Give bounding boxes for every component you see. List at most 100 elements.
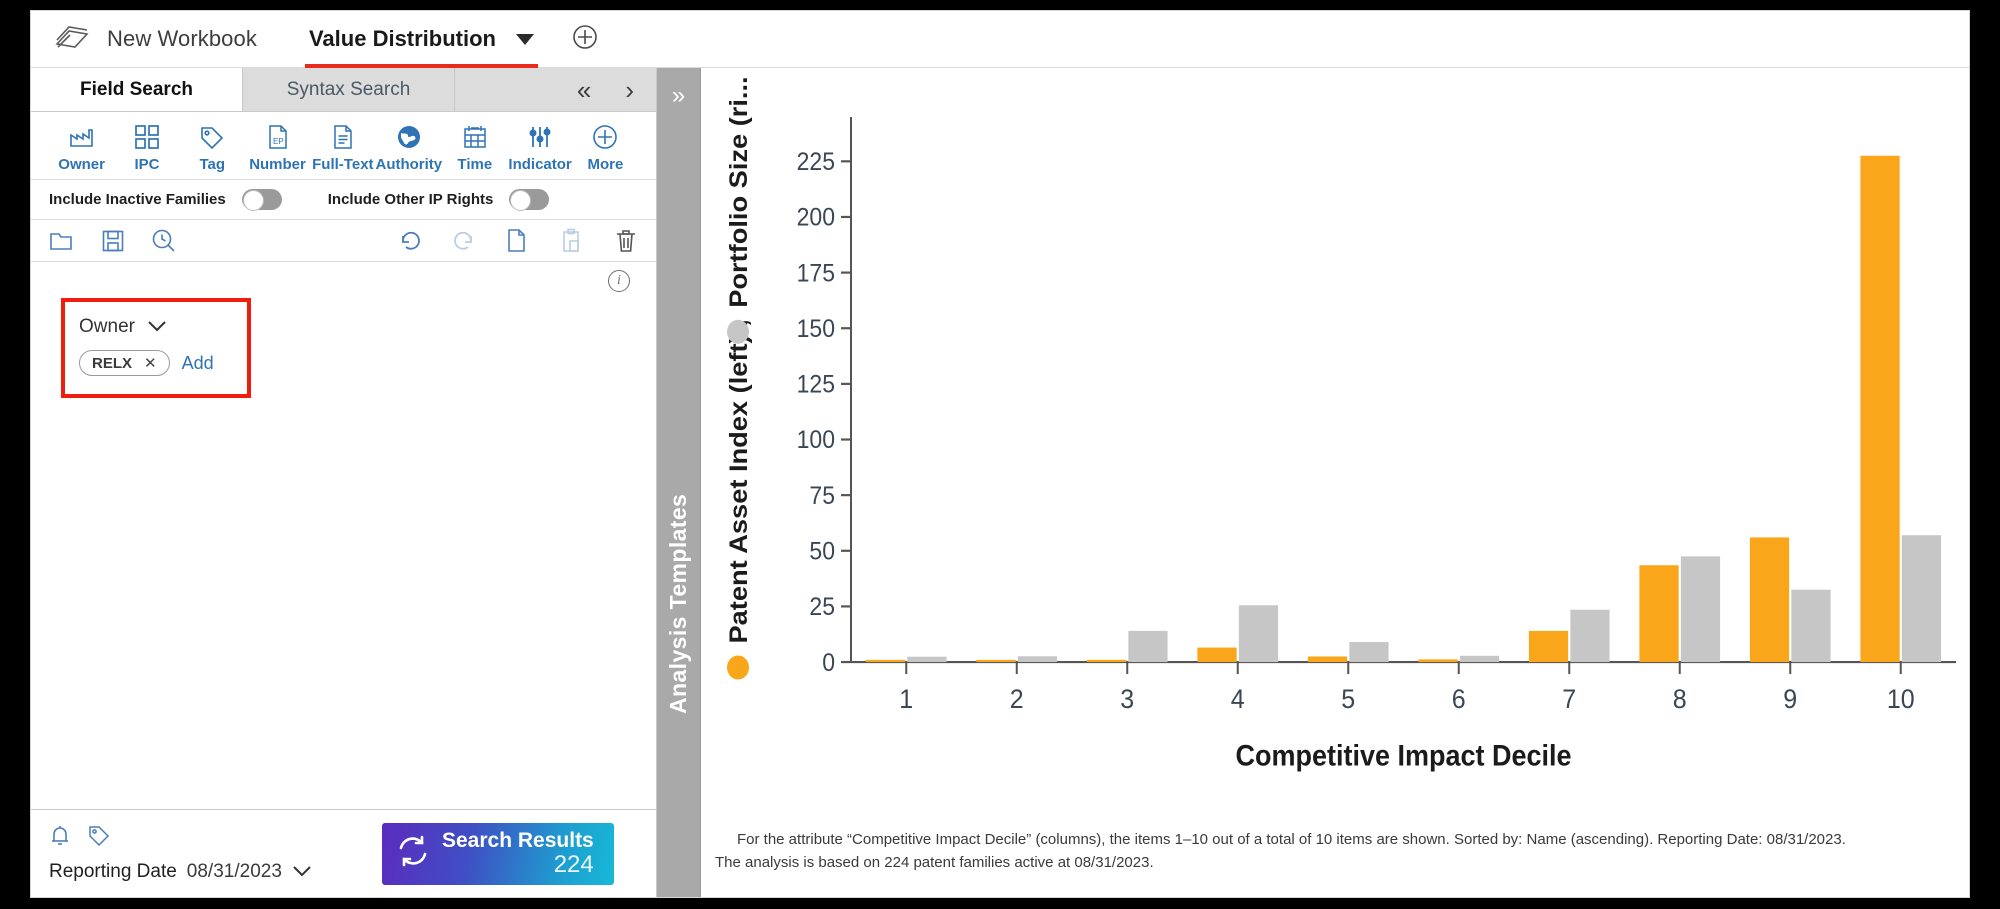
chart-bar[interactable] (1749, 537, 1790, 663)
x-axis-label: Competitive Impact Decile (1235, 739, 1571, 772)
chart-bar[interactable] (1418, 659, 1458, 663)
chart-bar[interactable] (1307, 656, 1348, 663)
chart-bar[interactable] (1639, 565, 1679, 663)
chart-bar[interactable] (1017, 656, 1058, 663)
tab-syntax-search[interactable]: Syntax Search (243, 68, 455, 111)
analysis-templates-label: Analysis Templates (665, 493, 691, 714)
save-floppy-icon[interactable] (101, 228, 125, 254)
field-button-time[interactable]: Time (442, 122, 507, 173)
calendar-icon (462, 122, 488, 152)
svg-text:EP: EP (273, 137, 284, 146)
chart-bar[interactable] (1570, 609, 1610, 663)
x-axis-tick-label: 5 (1341, 683, 1355, 714)
chevrons-right-icon[interactable]: » (672, 82, 685, 110)
chart-bar[interactable] (1128, 630, 1168, 663)
field-icon-row: Owner IPC Tag EP Number Full-Text Author… (31, 112, 656, 180)
chart-pane: 0 25 50 75 100 125 150 175 200 225 Patent Asset In… (701, 68, 1969, 897)
folder-open-icon[interactable] (49, 228, 75, 254)
undo-icon[interactable] (398, 229, 422, 253)
field-button-indicator[interactable]: Indicator (507, 122, 572, 173)
options-row: Include Inactive Families Include Other … (31, 180, 656, 220)
tab-syntax-search-label: Syntax Search (286, 78, 411, 100)
chart-bar[interactable] (1791, 589, 1831, 663)
chevron-right-icon[interactable]: › (625, 77, 634, 103)
analysis-templates-panel[interactable]: » Analysis Templates (657, 68, 701, 897)
main-body: Field Search Syntax Search « › Owner IPC… (31, 68, 1969, 897)
chart-bar[interactable] (1901, 535, 1942, 663)
chevron-down-icon[interactable] (292, 861, 312, 883)
field-button-full-text[interactable]: Full-Text (310, 122, 375, 173)
field-button-number[interactable]: EP Number (245, 122, 310, 173)
tab-field-search-label: Field Search (80, 78, 193, 100)
owner-chip-label: RELX (92, 354, 133, 372)
x-axis-tick-label: 10 (1887, 683, 1915, 714)
field-label-time: Time (457, 156, 493, 173)
owner-filter-header[interactable]: Owner (79, 316, 247, 338)
chart-svg: 0255075100125150175200225Patent Asset In… (724, 76, 1956, 772)
y-axis-tick-label: 225 (797, 148, 835, 176)
field-button-ipc[interactable]: IPC (114, 122, 179, 173)
chart-bar[interactable] (1528, 630, 1569, 663)
chart-bar[interactable] (907, 656, 947, 663)
plus-circle-icon[interactable] (572, 24, 598, 55)
add-owner-link[interactable]: Add (182, 353, 214, 374)
search-history-icon[interactable] (151, 228, 177, 254)
trash-icon[interactable] (614, 228, 638, 254)
field-label-more: More (587, 156, 624, 173)
reporting-date-selector[interactable]: Reporting Date 08/31/2023 (49, 861, 312, 883)
tab-value-distribution[interactable]: Value Distribution (304, 11, 538, 68)
chart-bar[interactable] (976, 659, 1016, 663)
x-axis-tick-label: 6 (1452, 683, 1466, 714)
owner-filter-values: RELX ✕ Add (79, 350, 247, 376)
search-results-button[interactable]: Search Results 224 (382, 822, 614, 885)
chart-bar[interactable] (1238, 605, 1279, 663)
chart-bar[interactable] (1086, 659, 1127, 663)
field-button-more[interactable]: More (573, 122, 638, 173)
close-x-icon[interactable]: ✕ (144, 354, 157, 372)
x-axis-tick-label: 8 (1673, 683, 1687, 714)
chevron-down-icon[interactable] (147, 319, 167, 336)
tab-field-search[interactable]: Field Search (31, 68, 243, 111)
bell-icon[interactable] (49, 824, 71, 853)
chart-caption-line2: The analysis is based on 224 patent fami… (715, 854, 1154, 871)
field-label-number: Number (249, 156, 306, 173)
tabs-spacer: « › (455, 68, 656, 111)
owner-filter-highlight: Owner RELX ✕ Add (61, 298, 251, 398)
paste-icon[interactable] (560, 228, 584, 254)
search-panel-footer: Reporting Date 08/31/2023 Search Results… (31, 809, 656, 897)
workbook-title[interactable]: New Workbook (107, 26, 257, 52)
y-axis-label: Patent Asset Index (left) , Portfolio Siz… (724, 76, 753, 680)
chart-bar[interactable] (1197, 647, 1237, 663)
chart-bar[interactable] (1860, 155, 1900, 663)
grid-squares-icon (134, 122, 160, 152)
y-axis-tick-label: 25 (809, 593, 835, 621)
x-axis-tick-label: 7 (1562, 683, 1576, 714)
field-button-owner[interactable]: Owner (49, 122, 114, 173)
action-toolbar (31, 220, 656, 262)
chart-bar[interactable] (865, 659, 906, 663)
top-bar: New Workbook Value Distribution (31, 11, 1969, 68)
field-button-tag[interactable]: Tag (180, 122, 245, 173)
chevrons-left-icon[interactable]: « (577, 77, 591, 103)
panel-empty-space (31, 398, 656, 809)
refresh-icon (396, 834, 430, 873)
owner-chip-relx[interactable]: RELX ✕ (79, 350, 170, 376)
info-circle-icon[interactable]: i (608, 270, 630, 292)
chart-bar[interactable] (1349, 642, 1389, 663)
toggle-include-inactive-families[interactable] (241, 189, 282, 211)
y-axis-tick-label: 100 (797, 426, 835, 454)
redo-icon[interactable] (452, 229, 476, 253)
search-panel: Field Search Syntax Search « › Owner IPC… (31, 68, 657, 897)
copy-icon[interactable] (506, 228, 530, 254)
books-icon (55, 24, 89, 54)
toggle-include-other-ip-rights[interactable] (509, 189, 550, 211)
action-toolbar-left (49, 228, 177, 254)
field-button-authority[interactable]: Authority (375, 122, 442, 173)
chart-bar[interactable] (1459, 655, 1500, 663)
field-label-owner: Owner (58, 156, 105, 173)
tag-icon[interactable] (87, 824, 111, 853)
value-distribution-chart[interactable]: 0 25 50 75 100 125 150 175 200 225 Patent Asset In… (701, 68, 1969, 831)
search-results-label: Search Results (442, 828, 594, 852)
chart-bar[interactable] (1680, 556, 1721, 663)
chevron-down-icon[interactable] (516, 33, 534, 45)
